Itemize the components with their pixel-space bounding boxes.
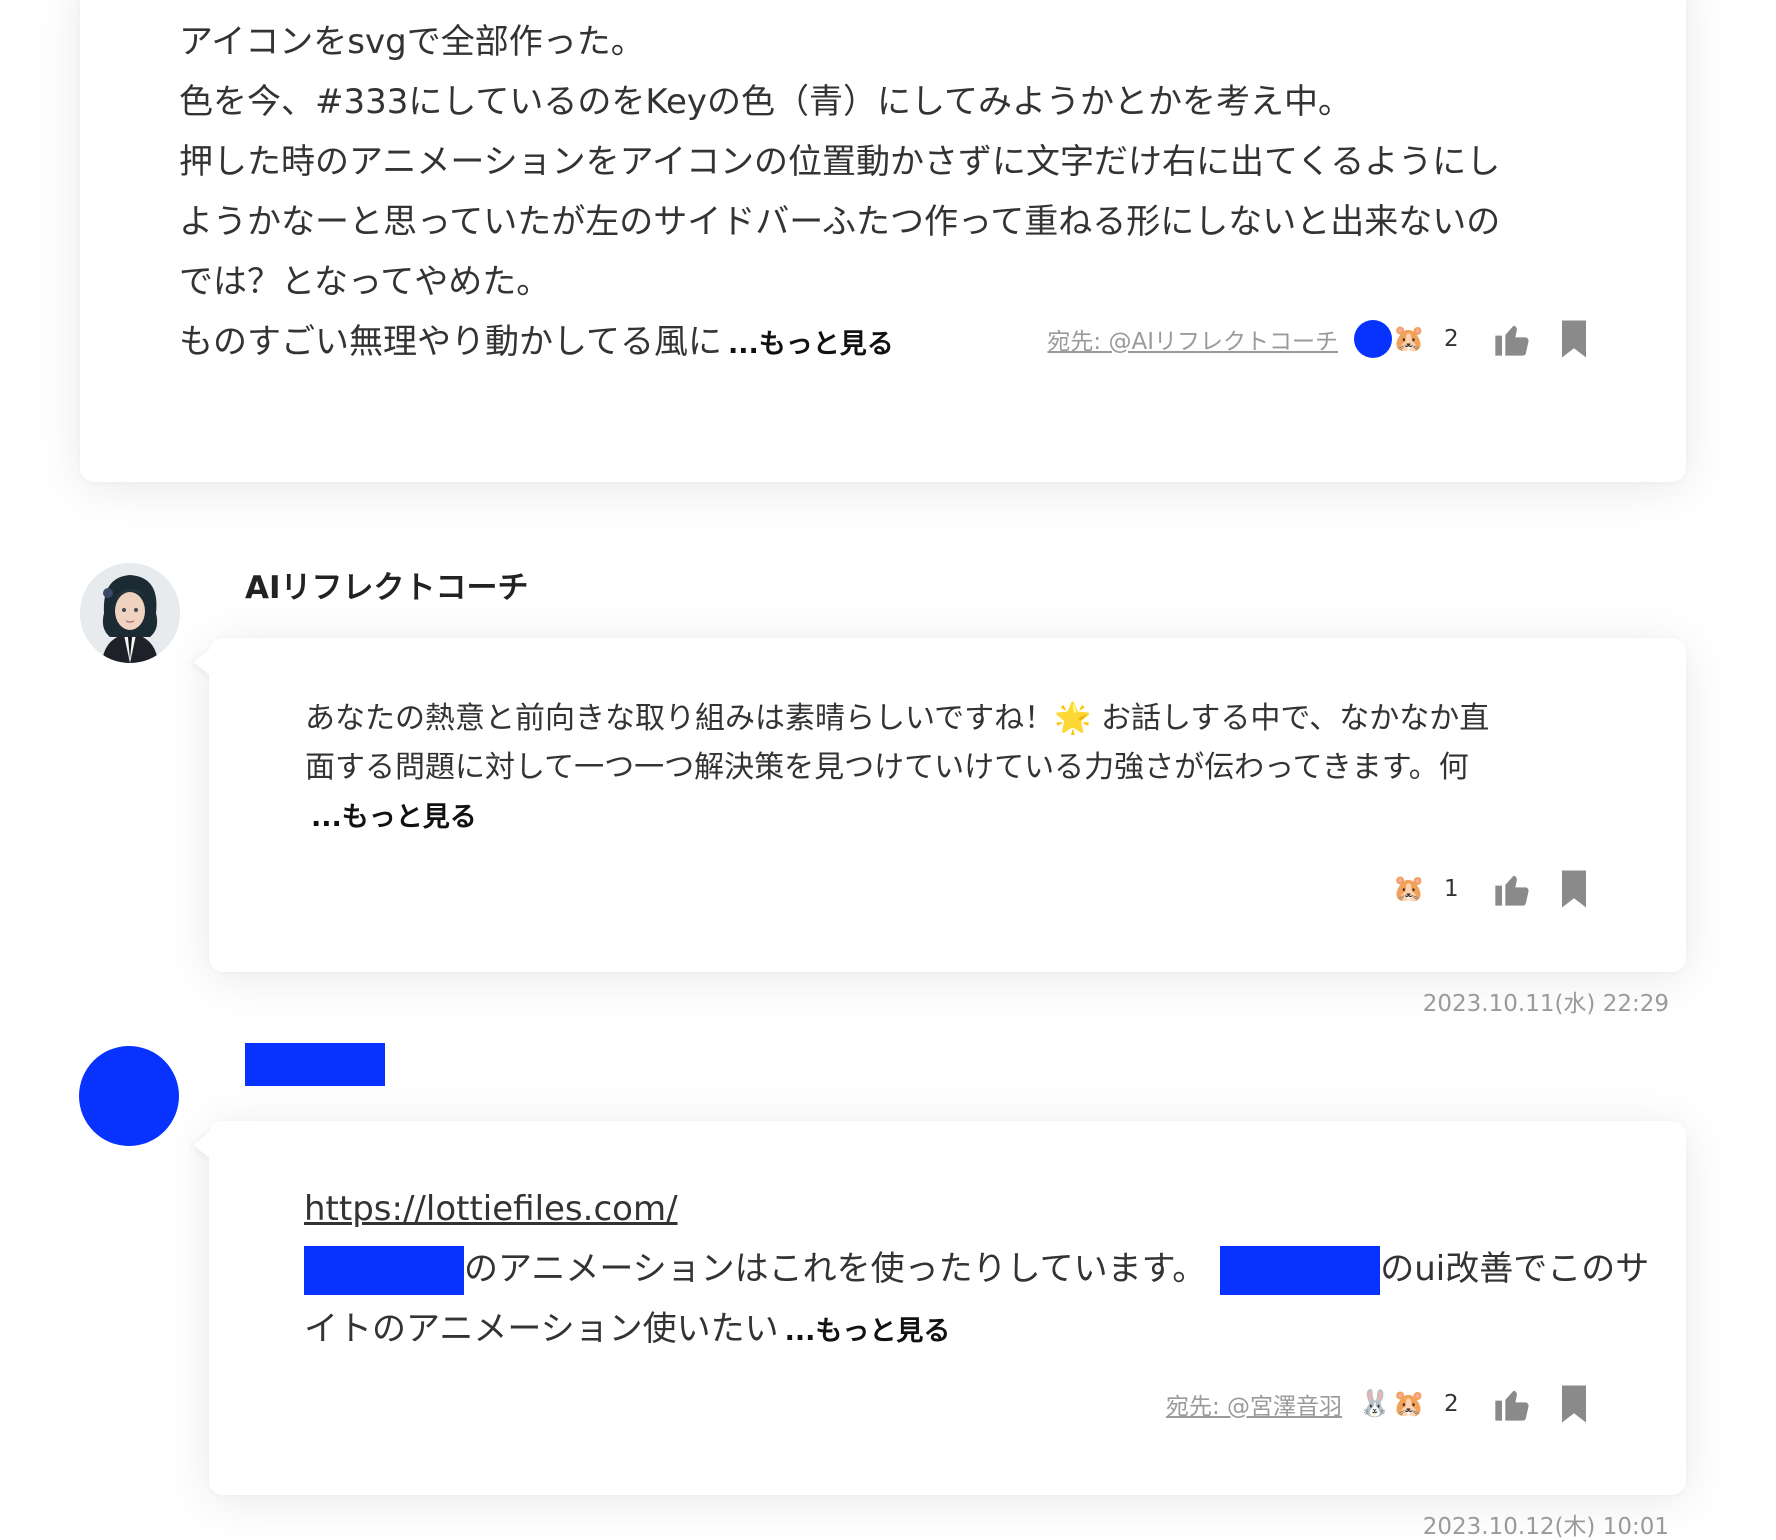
post-1-line: 色を今、#333にしているのをKeyの色（青）にしてみようかとかを考え中。 <box>179 82 1352 122</box>
post-3-line: のアニメーションはこれを使ったりしています。 のui改善でこのサ <box>304 1239 1649 1299</box>
recipient-link[interactable]: 宛先: @AIリフレクトコーチ <box>1047 322 1338 356</box>
thumbs-up-icon[interactable] <box>1492 1384 1532 1424</box>
see-more-link[interactable]: ...もっと見る <box>311 802 477 833</box>
rabbit-reaction-icon[interactable]: 🐰 <box>1358 1387 1392 1421</box>
redacted-text <box>1220 1246 1381 1295</box>
post-3-actions: 宛先: @宮澤音羽 🐰 🐹 2 <box>1166 1379 1586 1429</box>
reaction-count: 2 <box>1444 1391 1459 1417</box>
post-1-line: 押した時のアニメーションをアイコンの位置動かさずに文字だけ右に出てくるようにし <box>179 142 1501 182</box>
redacted-text <box>304 1246 464 1295</box>
post-card-1: アイコンをsvgで全部作った。 色を今、#333にしているのをKeyの色（青）に… <box>80 0 1686 482</box>
post-3-timestamp: 2023.10.12(木) 10:01 <box>1422 1514 1669 1540</box>
hamster-reaction-icon[interactable]: 🐹 <box>1392 872 1426 906</box>
post-3-line-text: イトのアニメーション使いたい <box>304 1309 779 1349</box>
post-2-actions: 🐹 1 <box>1392 864 1586 914</box>
post-3-line-last: イトのアニメーション使いたい ...もっと見る <box>304 1299 1624 1362</box>
post-2-body: あなたの熱意と前向きな取り組みは素晴らしいですね！🌟 お話しする中で、なかなか直… <box>305 694 1605 842</box>
post-1-actions: 宛先: @AIリフレクトコーチ 🐹 2 <box>1047 314 1586 364</box>
post-1-line: アイコンをsvgで全部作った。 <box>179 22 645 62</box>
post-2-timestamp: 2023.10.11(水) 22:29 <box>1422 991 1669 1017</box>
see-more-link[interactable]: ...もっと見る <box>728 329 894 360</box>
bookmark-icon[interactable] <box>1562 320 1586 358</box>
see-more-link[interactable]: ...もっと見る <box>785 1316 951 1347</box>
thumbs-up-icon[interactable] <box>1492 869 1532 909</box>
coach-avatar[interactable] <box>80 563 180 663</box>
post-2-more-line: ...もっと見る <box>305 792 1605 842</box>
user-avatar[interactable] <box>79 1046 179 1146</box>
post-3-line-text: のui改善でこのサ <box>1380 1249 1650 1289</box>
post-1-line: では？となってやめた。 <box>179 262 551 302</box>
post-3-line-text: のアニメーションはこれを使ったりしています。 <box>464 1249 1207 1289</box>
post-2-line: あなたの熱意と前向きな取り組みは素晴らしいですね！🌟 お話しする中で、なかなか直 <box>305 701 1490 736</box>
timeline: アイコンをsvgで全部作った。 色を今、#333にしているのをKeyの色（青）に… <box>0 0 1776 1540</box>
post-1-line: ようかなーと思っていたが左のサイドバーふたつ作って重ねる形にしないと出来ないの <box>179 202 1501 242</box>
hamster-reaction-icon[interactable]: 🐹 <box>1392 1387 1426 1421</box>
post-2-line: 面する問題に対して一つ一つ解決策を見つけていけている力強さが伝わってきます。何 <box>305 750 1469 785</box>
post-card-2: あなたの熱意と前向きな取り組みは素晴らしいですね！🌟 お話しする中で、なかなか直… <box>209 638 1686 972</box>
thumbs-up-icon[interactable] <box>1492 319 1532 359</box>
reaction-count: 1 <box>1444 876 1459 902</box>
bookmark-icon[interactable] <box>1562 870 1586 908</box>
reaction-avatar[interactable] <box>1354 320 1392 358</box>
post-3-link-line: https://lottiefiles.com/ <box>304 1179 1624 1239</box>
hamster-reaction-icon[interactable]: 🐹 <box>1392 322 1426 356</box>
coach-username[interactable]: AIリフレクトコーチ <box>245 562 529 607</box>
coach-portrait-icon <box>80 563 180 663</box>
reaction-count: 2 <box>1444 326 1459 352</box>
lottiefiles-link[interactable]: https://lottiefiles.com/ <box>304 1189 678 1229</box>
redacted-username[interactable] <box>245 1043 385 1086</box>
post-1-line-text: ものすごい無理やり動かしてる風に <box>179 322 722 362</box>
post-card-3: https://lottiefiles.com/ のアニメーションはこれを使った… <box>209 1121 1686 1495</box>
bookmark-icon[interactable] <box>1562 1385 1586 1423</box>
recipient-link[interactable]: 宛先: @宮澤音羽 <box>1166 1387 1342 1421</box>
post-3-body: https://lottiefiles.com/ のアニメーションはこれを使った… <box>304 1179 1649 1362</box>
